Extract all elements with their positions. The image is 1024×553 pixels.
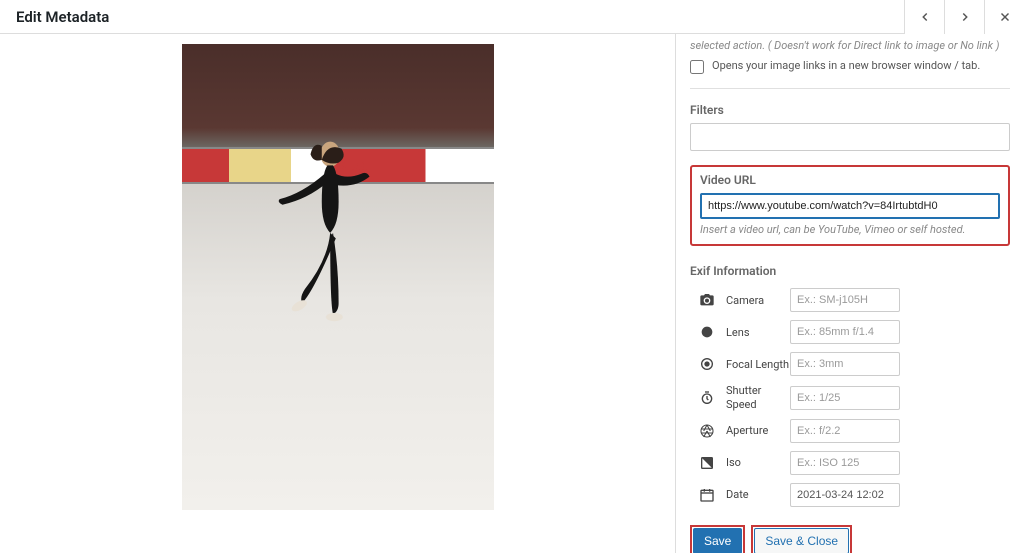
save-button[interactable]: Save [693,528,742,553]
iso-input[interactable] [790,451,900,475]
filters-input[interactable] [690,123,1010,151]
exif-row-camera: Camera [690,288,1010,312]
exif-row-lens: Lens [690,320,1010,344]
close-icon [998,10,1012,24]
aperture-input[interactable] [790,419,900,443]
video-url-hint: Insert a video url, can be YouTube, Vime… [700,223,1000,236]
iso-icon [698,454,716,472]
shutter-speed-input[interactable] [790,386,900,410]
open-new-tab-label: Opens your image links in a new browser … [712,59,980,72]
image-preview-pane: usba [0,34,676,553]
camera-icon [698,291,716,309]
save-close-button[interactable]: Save & Close [754,528,849,553]
exif-label-aperture: Aperture [726,424,790,437]
date-input[interactable] [790,483,900,507]
focal-length-input[interactable] [790,352,900,376]
exif-label-shutter: Shutter Speed [726,384,790,410]
close-button[interactable] [984,0,1024,34]
exif-row-iso: Iso [690,451,1010,475]
focal-length-icon [698,355,716,373]
prev-button[interactable] [904,0,944,34]
exif-row-shutter: Shutter Speed [690,384,1010,410]
video-url-section: Video URL Insert a video url, can be You… [690,165,1010,246]
exif-row-date: Date [690,483,1010,507]
exif-label-camera: Camera [726,294,790,307]
exif-heading: Exif Information [690,264,1010,278]
chevron-left-icon [918,10,932,24]
lens-icon [698,323,716,341]
exif-row-aperture: Aperture [690,419,1010,443]
open-new-tab-checkbox[interactable] [690,60,704,74]
calendar-icon [698,486,716,504]
exif-label-iso: Iso [726,456,790,469]
video-url-label: Video URL [700,173,1000,187]
camera-input[interactable] [790,288,900,312]
exif-label-lens: Lens [726,326,790,339]
image-preview: usba [182,44,494,510]
exif-label-date: Date [726,488,790,501]
chevron-right-icon [958,10,972,24]
lens-input[interactable] [790,320,900,344]
aperture-icon [698,422,716,440]
exif-row-focal: Focal Length [690,352,1010,376]
link-action-note: selected action. ( Doesn't work for Dire… [690,38,1010,53]
next-button[interactable] [944,0,984,34]
video-url-input[interactable] [700,193,1000,219]
filters-label: Filters [690,103,1010,117]
shutter-icon [698,389,716,407]
exif-label-focal: Focal Length [726,358,790,371]
page-title: Edit Metadata [0,8,109,26]
image-decoration: usba [331,154,367,175]
metadata-sidebar: selected action. ( Doesn't work for Dire… [676,34,1024,553]
